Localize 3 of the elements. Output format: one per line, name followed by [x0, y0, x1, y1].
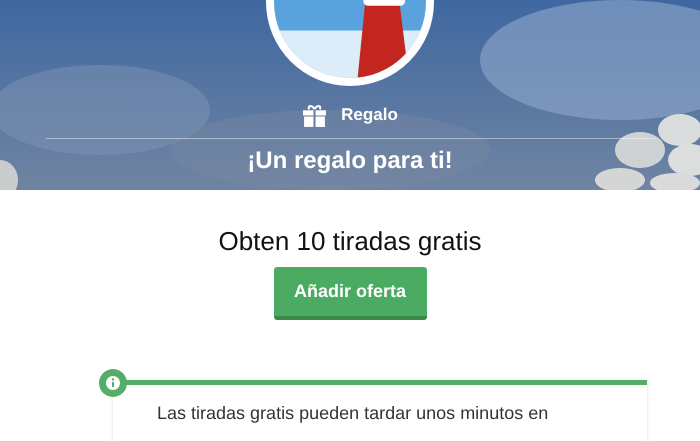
offer-headline: Obten 10 tiradas gratis	[218, 226, 482, 257]
notice-text: Las tiradas gratis pueden tardar unos minutos en	[157, 403, 550, 424]
add-offer-button[interactable]: Añadir oferta	[274, 267, 426, 320]
